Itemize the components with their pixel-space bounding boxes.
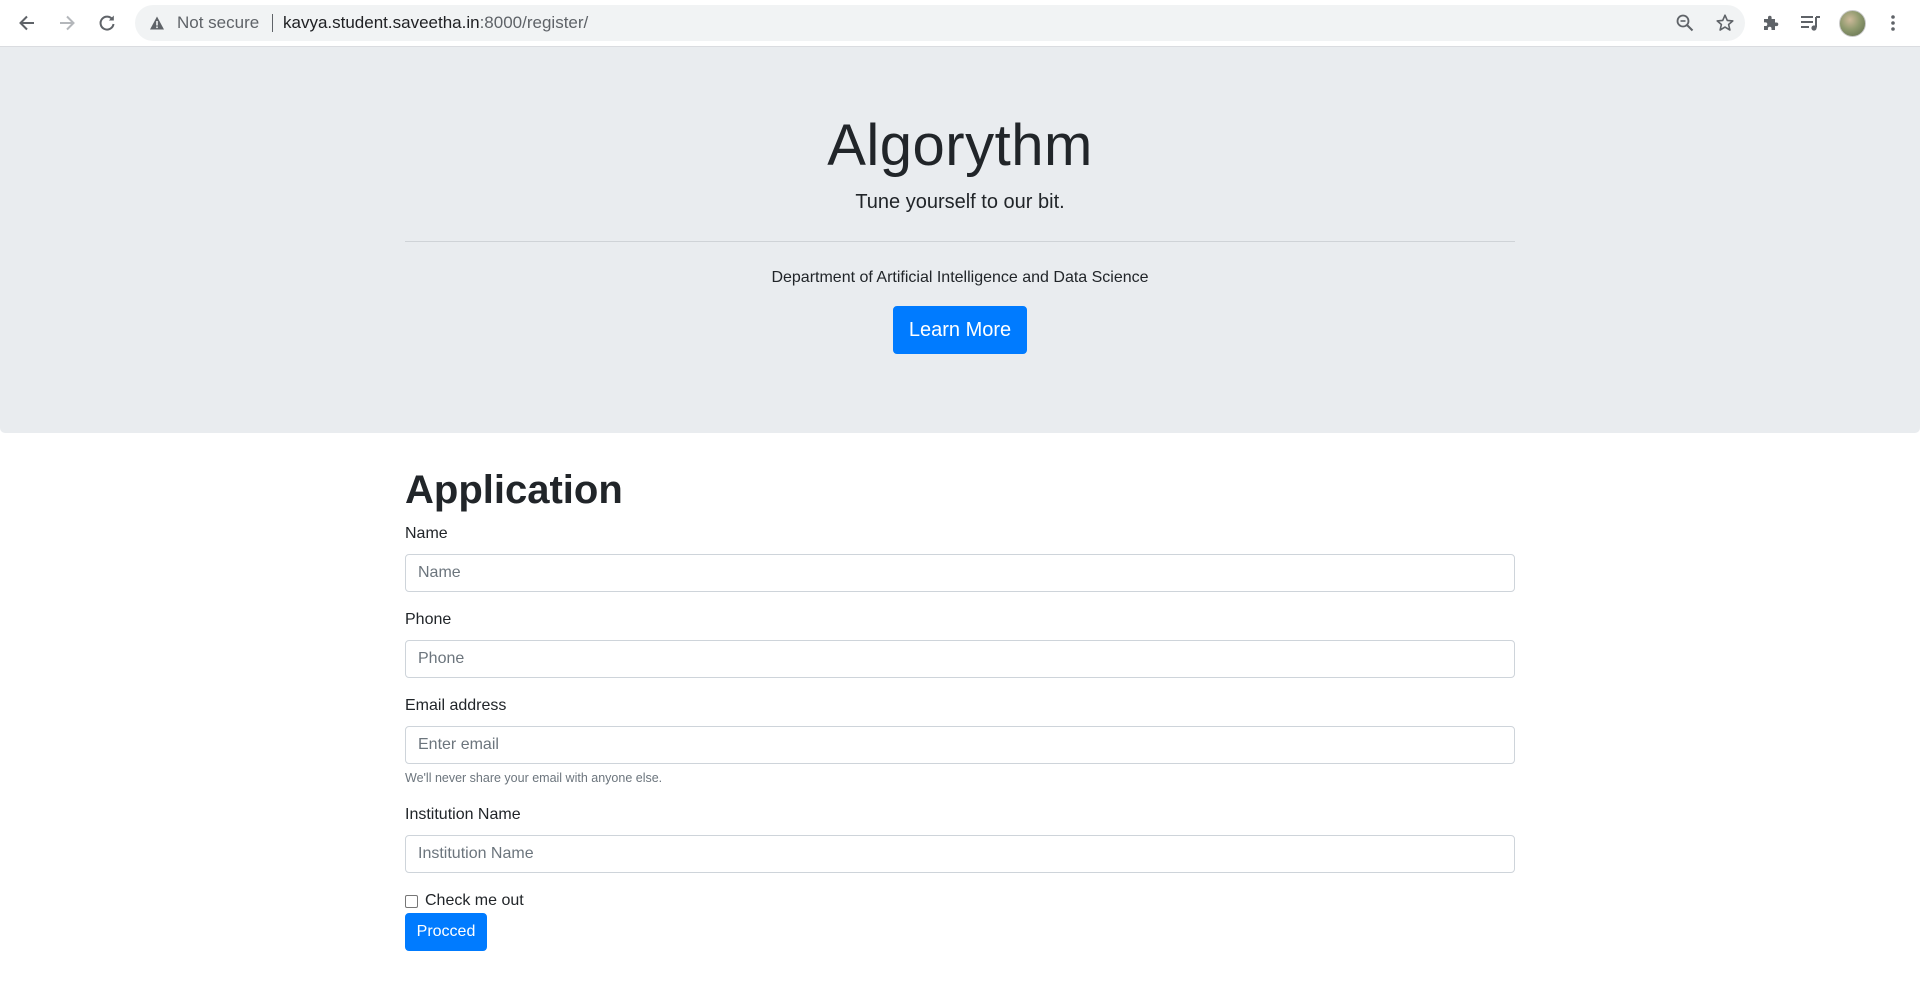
email-help-text: We'll never share your email with anyone… [405,771,663,785]
form-heading: Application [405,468,623,512]
proceed-button[interactable]: Procced [405,913,487,951]
department-text: Department of Artificial Intelligence an… [771,269,1149,286]
bookmark-button[interactable] [1713,11,1737,35]
site-title: Algorythm [827,113,1093,178]
extensions-button[interactable] [1758,10,1784,36]
institution-label: Institution Name [405,806,521,823]
divider [405,241,1515,242]
jumbotron: Algorythm Tune yourself to our bit. Depa… [0,47,1920,433]
address-separator [272,14,273,32]
back-button[interactable] [10,6,44,40]
address-bar[interactable]: Not secure kavya.student.saveetha.in:800… [135,5,1745,41]
media-icon [1801,16,1820,31]
url-host: kavya.student.saveetha.in [283,13,480,32]
back-icon [19,15,34,31]
phone-label: Phone [405,611,452,628]
avatar[interactable] [1839,10,1866,37]
browser-toolbar: Not secure kavya.student.saveetha.in:800… [0,0,1920,47]
star-icon [1716,14,1734,31]
check-me-out-row: Check me out [405,891,524,911]
reload-icon [99,15,115,31]
forward-button[interactable] [50,6,84,40]
zoom-button[interactable] [1673,11,1697,35]
learn-more-button[interactable]: Learn More [893,306,1027,354]
forward-icon [60,15,75,31]
url-path: :8000/register/ [479,13,589,32]
site-tagline: Tune yourself to our bit. [855,191,1065,213]
name-label: Name [405,525,448,542]
check-me-out-checkbox[interactable] [405,894,418,908]
institution-input[interactable] [405,835,1515,873]
security-status[interactable]: Not secure [177,14,259,32]
extensions-icon [1764,15,1779,30]
email-label: Email address [405,697,507,714]
name-input[interactable] [405,554,1515,592]
reload-button[interactable] [90,6,124,40]
zoom-icon [1676,14,1694,32]
url-text[interactable]: kavya.student.saveetha.in:8000/register/ [283,14,588,32]
phone-input[interactable] [405,640,1515,678]
media-button[interactable] [1798,10,1824,36]
menu-button[interactable] [1880,10,1906,36]
warning-icon [150,16,164,30]
check-me-out-label[interactable]: Check me out [425,891,524,911]
email-input[interactable] [405,726,1515,764]
menu-icon [1891,15,1895,31]
